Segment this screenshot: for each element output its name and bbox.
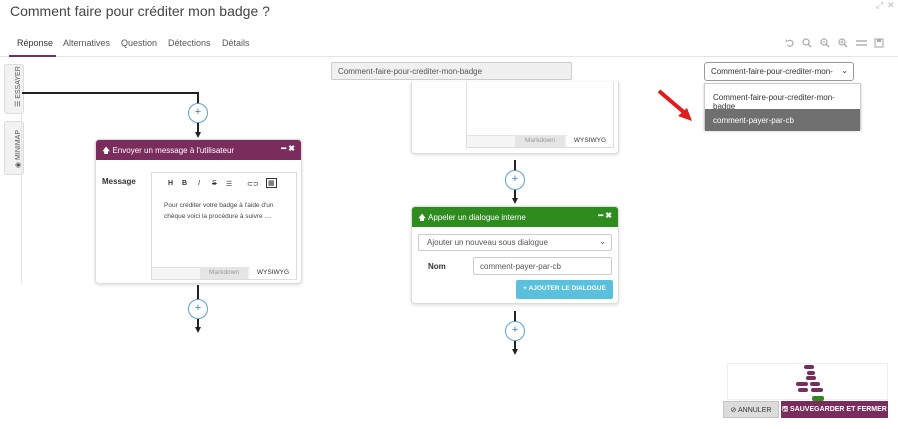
close-icon[interactable]: ✕ (887, 0, 895, 11)
dropdown-option[interactable]: Comment-faire-pour-crediter-mon-badge (705, 86, 860, 111)
connector-line (514, 341, 516, 349)
message-line: chèque voici la procédure à suivre .... (164, 213, 272, 220)
flow-dropdown: Comment-faire-pour-crediter-mon-badge co… (704, 83, 861, 131)
sub-dialog-select[interactable]: Ajouter un nouveau sous dialogue ⌄ (418, 234, 612, 251)
tab-reponse[interactable]: Réponse (17, 38, 53, 48)
bold-tool-icon[interactable]: B (182, 180, 187, 187)
expand-icon[interactable]: ⤢ (876, 0, 883, 11)
side-tab-essayer[interactable]: ☰ ESSAYER (4, 64, 24, 114)
chevron-down-icon: ⌄ (841, 66, 848, 75)
add-dialog-button[interactable]: + AJOUTER LE DIALOGUE (516, 280, 613, 299)
upper-message-editor[interactable]: Markdown WYSIWYG (466, 82, 614, 148)
annotation-arrow-icon (657, 89, 692, 121)
arrow-up-icon: 🡅 (102, 146, 111, 155)
send-message-title: Envoyer un message à l'utilisateur (112, 146, 235, 155)
save-icon[interactable] (873, 38, 885, 51)
zoom-out-icon[interactable] (819, 38, 831, 51)
tab-detections[interactable]: Détections (168, 38, 211, 48)
strike-tool-icon[interactable]: S (212, 180, 217, 187)
dropdown-option-selected[interactable]: comment-payer-par-cb (705, 109, 860, 131)
nom-input[interactable]: comment-payer-par-cb (473, 257, 612, 275)
connector-line (197, 285, 199, 300)
zoom-in-icon[interactable] (837, 38, 849, 51)
message-editor[interactable]: H B I S ☰ ⊂⊃ ▦ Pour créditer votre badge… (151, 172, 297, 280)
arrow-up-icon: 🡅 (418, 213, 427, 222)
editor-mode-bar: Markdown WYSIWYG (152, 267, 296, 279)
arrow-down-icon (512, 349, 518, 355)
editor-mode-bar: Markdown WYSIWYG (467, 135, 613, 147)
cancel-button[interactable]: ⊘ ANNULER (723, 401, 779, 418)
card-controls[interactable]: ━ ✖ (598, 211, 612, 220)
italic-tool-icon[interactable]: I (198, 180, 200, 187)
sub-dialog-select-value: Ajouter un nouveau sous dialogue (427, 238, 548, 247)
arrow-down-icon (512, 198, 518, 204)
minimap-graph-icon (796, 365, 824, 401)
tab-details[interactable]: Détails (222, 38, 250, 48)
connector-line (197, 123, 199, 132)
internal-dialog-title: Appeler un dialogue interne (428, 213, 526, 222)
side-tab-essayer-label: ☰ ESSAYER (15, 66, 22, 107)
tab-question[interactable]: Question (121, 38, 157, 48)
message-label: Message (102, 177, 136, 186)
message-line: Pour créditer votre badge à l'aide d'un (164, 202, 274, 209)
chevron-down-icon: ⌄ (599, 237, 606, 246)
heading-tool-icon[interactable]: H (168, 180, 173, 187)
link-tool-icon[interactable]: ⊂⊃ (247, 180, 259, 188)
arrow-down-icon (195, 327, 201, 333)
tab-bar: Réponse Alternatives Question Détections… (0, 30, 898, 57)
minimap-panel[interactable] (727, 363, 888, 401)
nom-label: Nom (428, 262, 446, 271)
connector-line (197, 319, 199, 327)
connector-line (22, 92, 198, 94)
add-step-button[interactable]: + (188, 299, 208, 319)
send-message-card: 🡅 Envoyer un message à l'utilisateur ━ ✖… (95, 139, 302, 284)
flow-select[interactable]: Comment-faire-pour-crediter-mon- ⌄ (704, 62, 854, 81)
zoom-icon[interactable] (801, 38, 813, 51)
save-and-close-button[interactable]: 🖫 SAUVEGARDER ET FERMER (781, 401, 888, 418)
wysiwyg-tab[interactable]: WYSIWYG (250, 267, 296, 279)
media-tool-icon[interactable]: ▦ (266, 178, 277, 188)
flow-name-field[interactable]: Comment-faire-pour-crediter-mon-badge (331, 62, 572, 80)
markdown-tab[interactable]: Markdown (200, 267, 248, 279)
message-body[interactable]: Pour créditer votre badge à l'aide d'un … (164, 200, 292, 222)
window-title: Comment faire pour créditer mon badge ? (10, 3, 270, 19)
internal-dialog-header: 🡅 Appeler un dialogue interne ━ ✖ (412, 207, 618, 227)
tab-alternatives[interactable]: Alternatives (63, 38, 110, 48)
arrow-down-icon (195, 132, 201, 138)
align-icon[interactable] (855, 38, 867, 51)
upper-message-card: Markdown WYSIWYG (411, 82, 619, 154)
column-divider (21, 114, 22, 284)
undo-icon[interactable] (784, 38, 796, 51)
card-controls[interactable]: ━ ✖ (281, 144, 295, 153)
add-step-button[interactable]: + (505, 170, 525, 190)
add-step-button[interactable]: + (505, 321, 525, 341)
add-step-button[interactable]: + (188, 103, 208, 123)
wysiwyg-tab[interactable]: WYSIWYG (567, 135, 613, 147)
list-tool-icon[interactable]: ☰ (226, 180, 232, 188)
markdown-tab[interactable]: Markdown (515, 135, 565, 147)
active-tab-indicator (9, 55, 56, 57)
flow-select-value: Comment-faire-pour-crediter-mon- (711, 67, 833, 76)
send-message-header: 🡅 Envoyer un message à l'utilisateur ━ ✖ (96, 140, 301, 160)
internal-dialog-card: 🡅 Appeler un dialogue interne ━ ✖ Ajoute… (411, 206, 619, 304)
connector-line (514, 190, 516, 198)
